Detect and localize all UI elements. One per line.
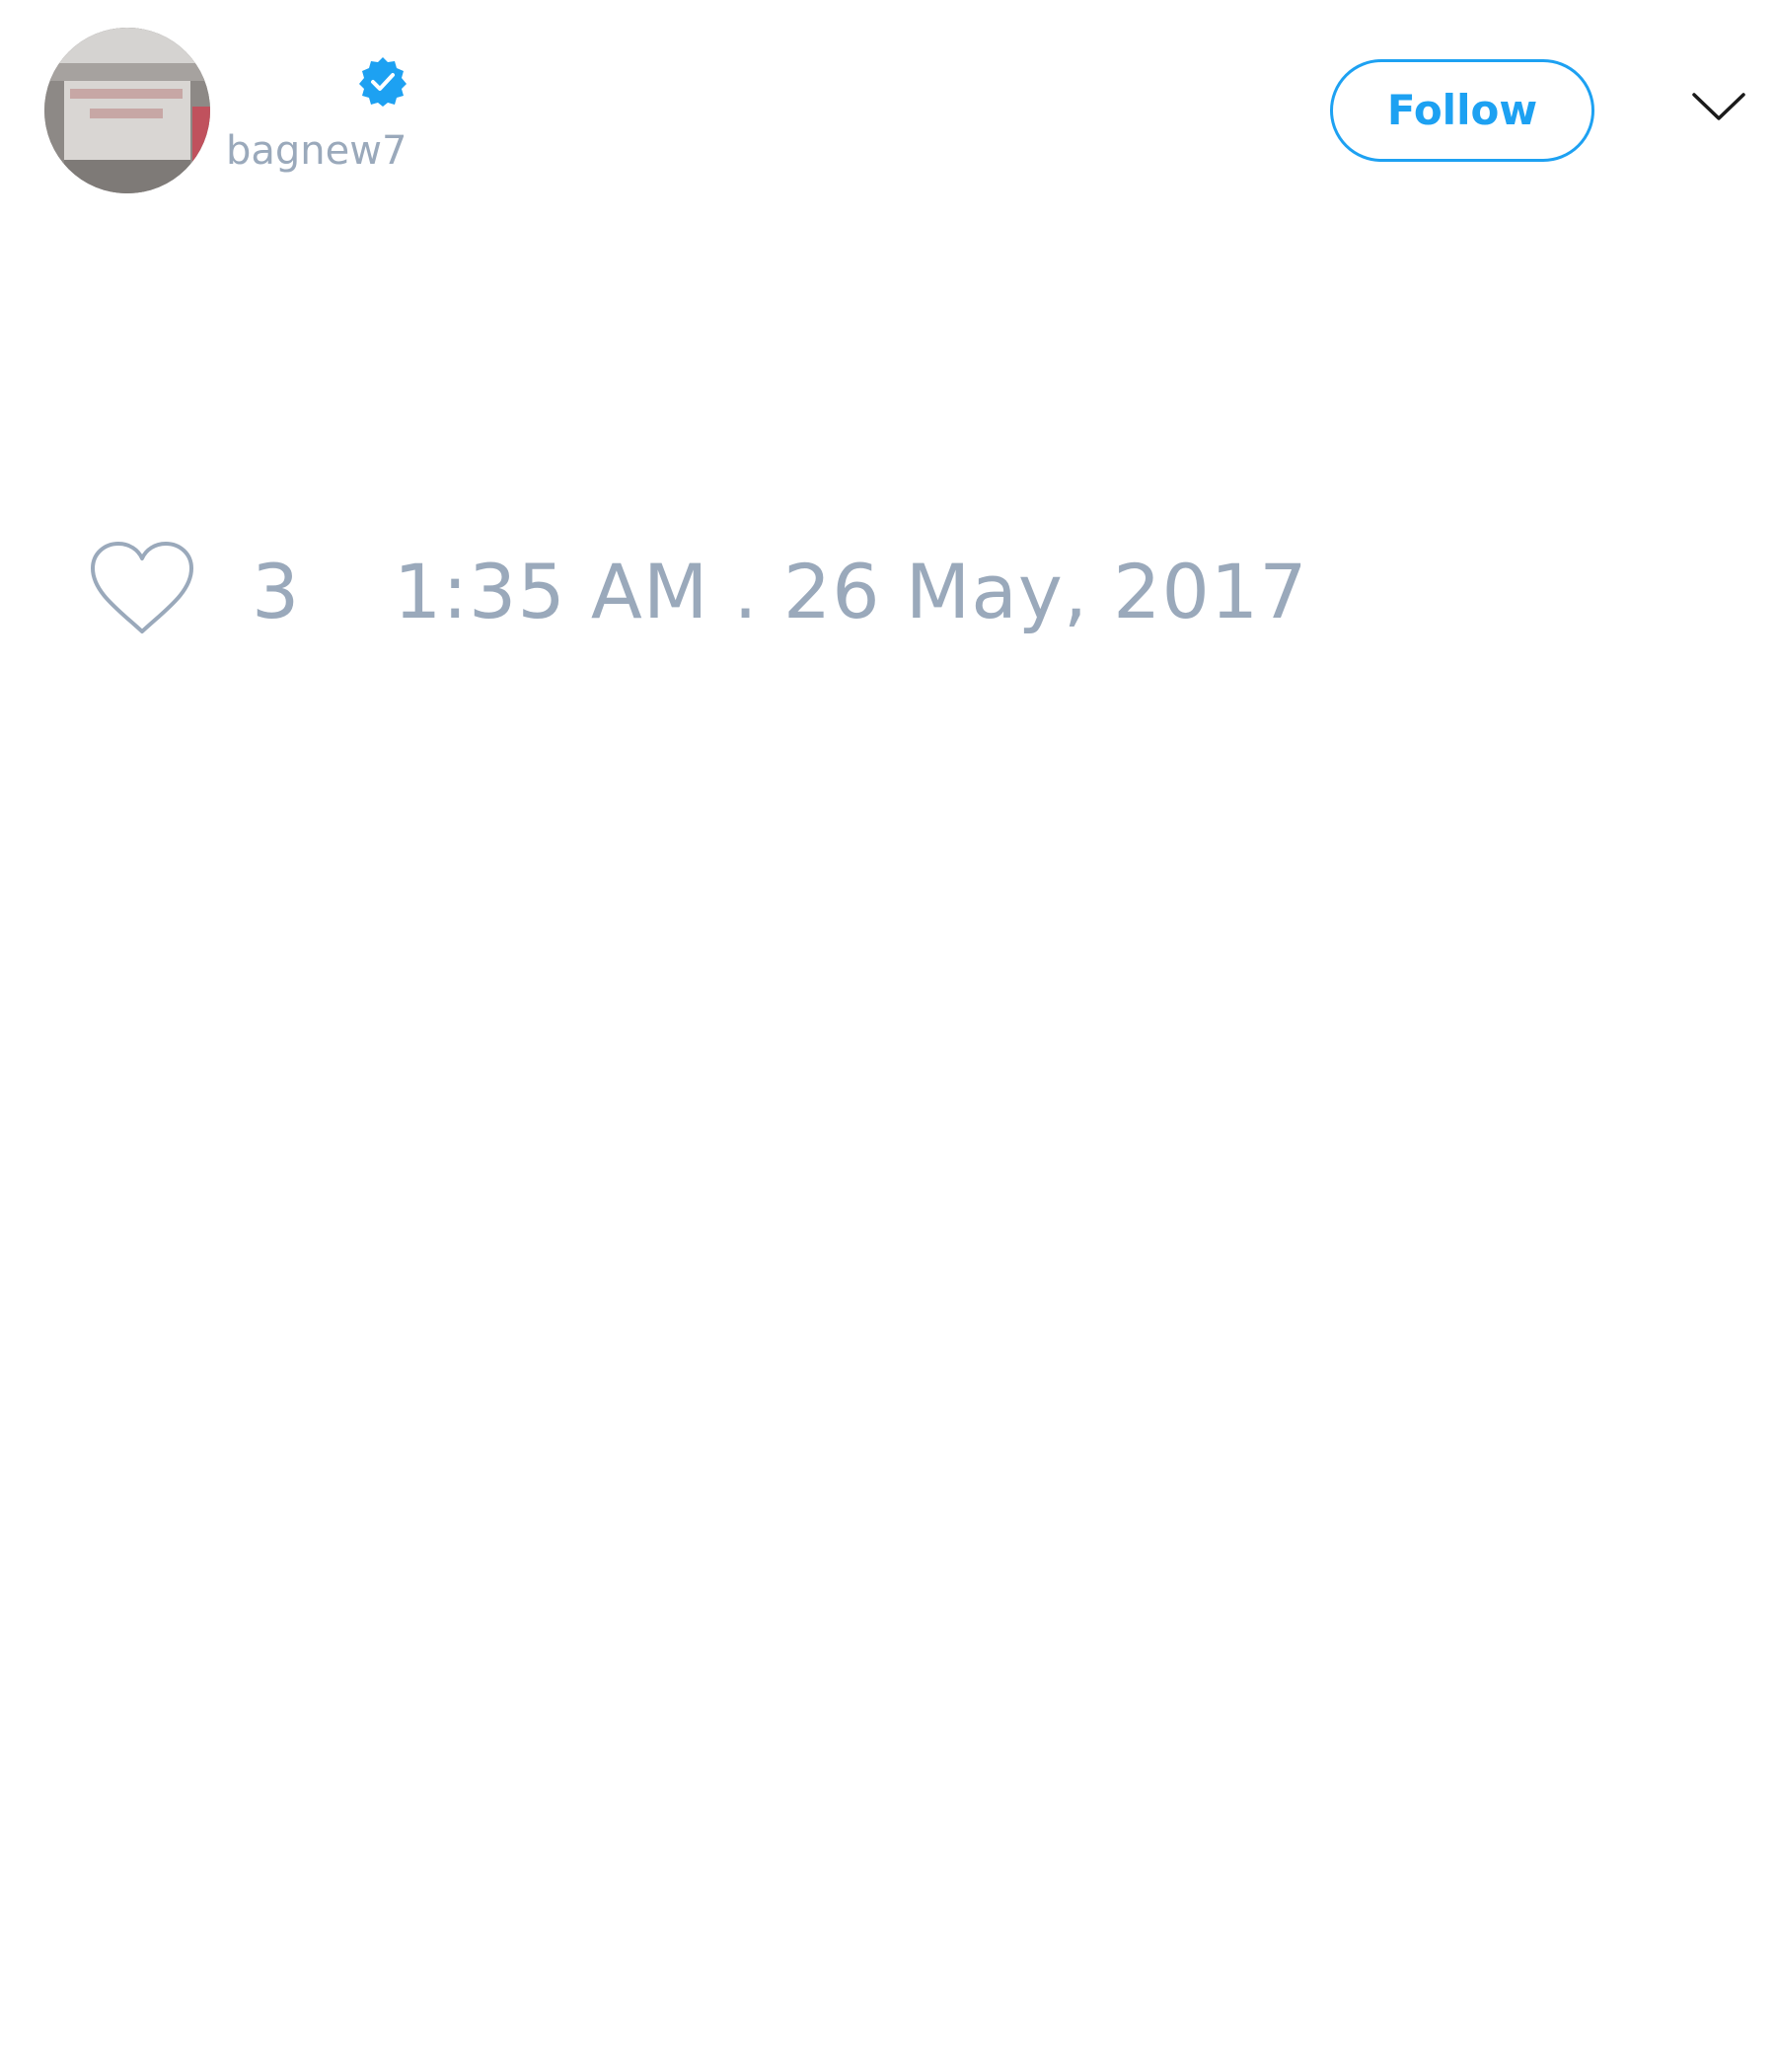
avatar[interactable] (44, 28, 210, 193)
more-options-button[interactable] (1689, 87, 1748, 126)
like-button[interactable] (89, 541, 195, 637)
author-handle[interactable]: bagnew7 (226, 126, 407, 176)
like-count: 3 (252, 548, 300, 635)
chevron-down-icon (1692, 93, 1745, 120)
heart-icon (91, 542, 193, 633)
tweet-timestamp[interactable]: 1:35 AM . 26 May, 2017 (394, 553, 1308, 631)
tweet-card: bagnew7 Follow 3 1:35 AM . 26 May, 2017 (0, 0, 1776, 2072)
follow-button[interactable]: Follow (1330, 59, 1594, 162)
avatar-photo-icon (44, 28, 210, 193)
verified-badge-icon (359, 57, 407, 107)
